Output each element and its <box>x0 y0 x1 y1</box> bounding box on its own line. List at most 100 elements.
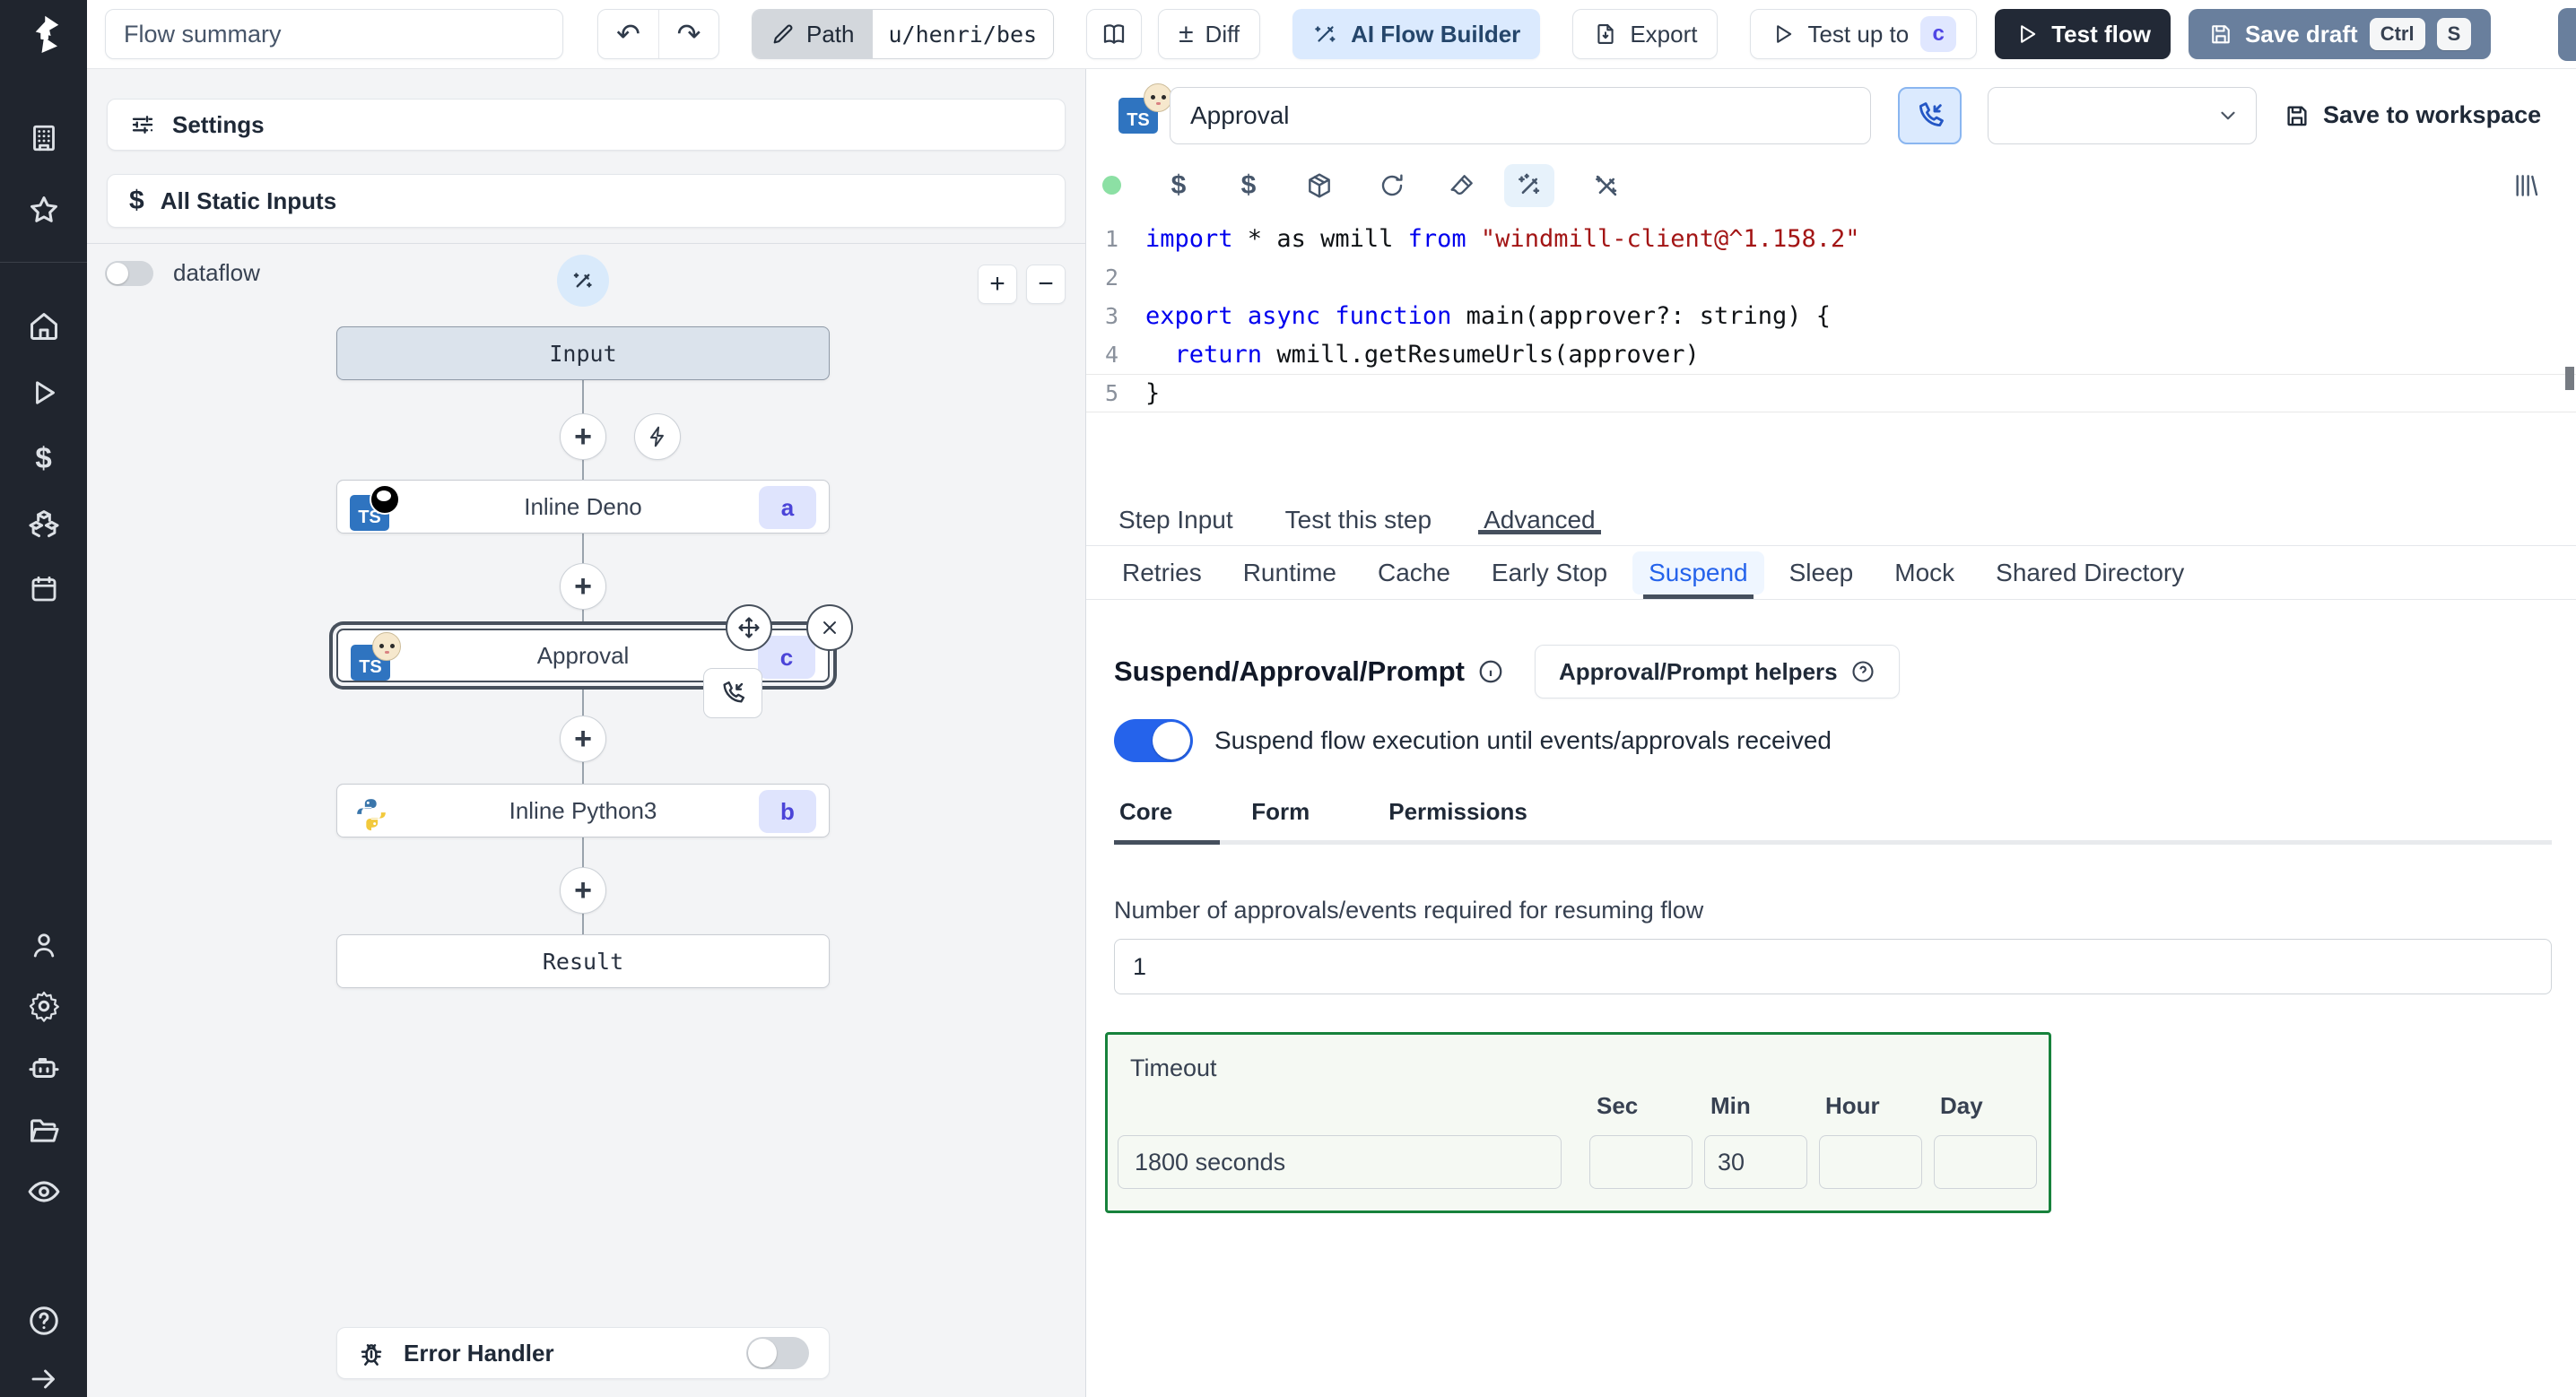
code-line-1[interactable]: 1 import * as wmill from "windmill-client… <box>1086 220 2576 258</box>
schedules-icon[interactable] <box>26 571 62 607</box>
test-flow-button[interactable]: Test flow <box>1995 9 2171 59</box>
schema-icon[interactable]: $ <box>1159 166 1198 205</box>
redo-button[interactable]: ↷ <box>658 10 718 58</box>
flow-node-input[interactable]: Input <box>336 326 830 380</box>
runs-icon[interactable] <box>26 375 62 411</box>
suspend-section: Suspend/Approval/Prompt Approval/Prompt … <box>1105 600 2552 1213</box>
windmill-logo[interactable] <box>16 7 72 63</box>
tab-advanced[interactable]: Advanced <box>1478 506 1601 534</box>
error-handler-card[interactable]: Error Handler <box>336 1327 830 1379</box>
package-icon[interactable] <box>1300 166 1339 205</box>
delete-node-button[interactable] <box>806 604 853 651</box>
code-line-2[interactable]: 2 <box>1086 258 2576 297</box>
save-to-workspace-button[interactable]: Save to workspace <box>2284 101 2541 129</box>
ai-graph-wand-button[interactable] <box>557 255 609 307</box>
code-line-5[interactable]: 5} <box>1086 374 2576 412</box>
workers-icon[interactable] <box>26 1050 62 1086</box>
variables-icon[interactable]: $ <box>1229 166 1268 205</box>
editor-scrollbar[interactable] <box>2565 367 2574 390</box>
tab-shared-directory[interactable]: Shared Directory <box>1996 546 2184 599</box>
reset-icon[interactable] <box>1372 166 1412 205</box>
tab-retries[interactable]: Retries <box>1122 546 1202 599</box>
workspace-icon[interactable] <box>26 120 62 156</box>
timeout-total-input[interactable] <box>1118 1135 1562 1189</box>
export-label: Export <box>1630 20 1698 48</box>
code-line-4[interactable]: 4 return wmill.getResumeUrls(approver) <box>1086 335 2576 374</box>
deploy-button-partial[interactable] <box>2558 8 2576 61</box>
add-step-button[interactable]: + <box>560 867 606 914</box>
settings-icon[interactable] <box>26 988 62 1024</box>
help-icon[interactable] <box>26 1303 62 1339</box>
timeout-hour-input[interactable] <box>1819 1135 1922 1189</box>
suspend-tab-core[interactable]: Core <box>1119 798 1172 826</box>
folders-icon[interactable] <box>26 1113 62 1149</box>
tab-sleep[interactable]: Sleep <box>1789 546 1854 599</box>
tab-mock[interactable]: Mock <box>1894 546 1954 599</box>
move-node-button[interactable] <box>726 604 772 651</box>
status-dot <box>1102 176 1121 195</box>
audit-logs-icon[interactable] <box>26 1174 62 1210</box>
timeout-sec-input[interactable] <box>1589 1135 1693 1189</box>
bun-language-icon: TS <box>351 632 401 681</box>
resources-icon[interactable] <box>26 506 62 542</box>
ai-generate-icon[interactable] <box>1504 164 1554 207</box>
undo-button[interactable]: ↶ <box>598 10 658 58</box>
kbd-s: S <box>2436 18 2472 50</box>
approval-phone-icon[interactable] <box>703 668 762 718</box>
add-step-button[interactable]: + <box>560 716 606 762</box>
bug-icon <box>357 1339 386 1367</box>
timeout-min-input[interactable] <box>1704 1135 1807 1189</box>
flow-node-result[interactable]: Result <box>336 934 830 988</box>
export-button[interactable]: Export <box>1572 9 1719 59</box>
save-draft-button[interactable]: Save draft Ctrl S <box>2188 9 2492 59</box>
format-icon[interactable] <box>1442 166 1482 205</box>
flow-summary-input[interactable] <box>105 9 563 59</box>
flow-node-inline-deno[interactable]: TS Inline Deno a <box>336 480 830 534</box>
code-editor[interactable]: 1 import * as wmill from "windmill-client… <box>1086 208 2576 495</box>
tab-cache[interactable]: Cache <box>1378 546 1450 599</box>
code-line-3[interactable]: 3 export async function main(approver?: s… <box>1086 297 2576 335</box>
zoom-out-button[interactable]: − <box>1026 265 1066 304</box>
tab-step-input[interactable]: Step Input <box>1118 506 1233 534</box>
all-static-inputs-button[interactable]: $ All Static Inputs <box>107 174 1066 228</box>
error-handler-toggle[interactable] <box>746 1337 809 1369</box>
suspend-toggle[interactable] <box>1114 719 1193 762</box>
approval-step-toggle-button[interactable] <box>1898 87 1962 144</box>
node-label: Approval <box>536 641 630 669</box>
suspend-tab-form[interactable]: Form <box>1251 798 1310 826</box>
flow-settings-button[interactable]: Settings <box>107 99 1066 151</box>
tab-early-stop[interactable]: Early Stop <box>1492 546 1607 599</box>
users-icon[interactable] <box>26 927 62 963</box>
script-version-select[interactable] <box>1988 87 2257 144</box>
dataflow-toggle[interactable] <box>105 260 153 286</box>
library-icon[interactable] <box>2506 166 2546 205</box>
tab-suspend[interactable]: Suspend <box>1632 546 1764 599</box>
collapse-sidebar-icon[interactable] <box>26 1361 62 1397</box>
test-up-to-button[interactable]: Test up to c <box>1750 9 1978 59</box>
ai-fix-icon[interactable] <box>1587 166 1626 205</box>
sec-label: Sec <box>1597 1092 1639 1119</box>
path-button[interactable]: Path u/henri/bes <box>752 9 1055 59</box>
suspend-tab-permissions[interactable]: Permissions <box>1388 798 1527 826</box>
add-step-button[interactable]: + <box>560 563 606 610</box>
tab-test-this-step[interactable]: Test this step <box>1285 506 1432 534</box>
line-number: 4 <box>1104 342 1118 368</box>
docs-button[interactable] <box>1086 9 1143 59</box>
flow-node-inline-python3[interactable]: Inline Python3 b <box>336 784 830 837</box>
favorites-icon[interactable] <box>26 192 62 228</box>
tab-runtime[interactable]: Runtime <box>1243 546 1336 599</box>
home-icon[interactable] <box>26 308 62 344</box>
timeout-day-input[interactable] <box>1934 1135 2037 1189</box>
approval-prompt-helpers-button[interactable]: Approval/Prompt helpers <box>1534 645 1900 698</box>
trigger-button[interactable] <box>634 413 681 460</box>
suspend-toggle-label: Suspend flow execution until events/appr… <box>1214 726 1832 754</box>
min-label: Min <box>1710 1092 1751 1119</box>
zoom-in-button[interactable]: + <box>978 265 1017 304</box>
ai-flow-builder-button[interactable]: AI Flow Builder <box>1292 9 1541 59</box>
add-step-button[interactable]: + <box>560 413 606 460</box>
variables-icon[interactable]: $ <box>26 440 62 476</box>
info-icon[interactable] <box>1477 658 1504 685</box>
approvals-count-input[interactable] <box>1114 939 2552 994</box>
diff-button[interactable]: ± Diff <box>1158 9 1261 59</box>
step-name-input[interactable] <box>1170 87 1871 144</box>
